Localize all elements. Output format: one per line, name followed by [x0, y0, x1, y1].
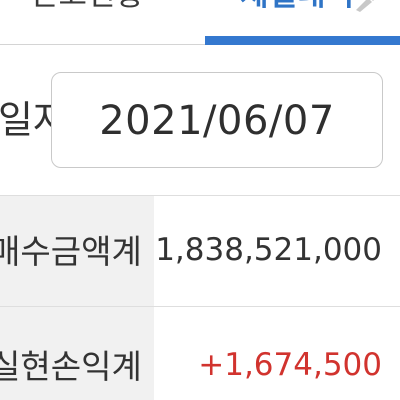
tab-balance[interactable]: 잔고현황: [30, 0, 144, 12]
value-cell: +1,674,500: [154, 307, 400, 400]
label-cell: 매수금액계: [0, 196, 154, 306]
label-cell: 실현손익계: [0, 307, 154, 400]
date-value: 2021/06/07: [99, 98, 335, 144]
active-tab-indicator: [205, 36, 400, 45]
summary-row-realized-pl: 실현손익계 +1,674,500: [0, 307, 400, 400]
summary-label: 매수금액계: [0, 232, 142, 271]
tab-bar: 잔고현황 체결내역: [0, 0, 400, 46]
date-filter-row: 일자 2021/06/07: [0, 46, 400, 196]
summary-value-positive: +1,674,500: [198, 347, 382, 383]
summary-label: 실현손익계: [0, 347, 142, 386]
summary-row-purchase-total: 매수금액계 1,838,521,000: [0, 196, 400, 306]
trade-history-screen: 잔고현황 체결내역 일자 2021/06/07 매수금액계 1,838,521,…: [0, 0, 400, 400]
summary-value: 1,838,521,000: [155, 232, 382, 268]
date-picker-field[interactable]: 2021/06/07: [51, 72, 383, 168]
value-cell: 1,838,521,000: [154, 196, 400, 306]
pencil-icon: [356, 0, 374, 12]
tab-executions[interactable]: 체결내역: [240, 0, 354, 12]
